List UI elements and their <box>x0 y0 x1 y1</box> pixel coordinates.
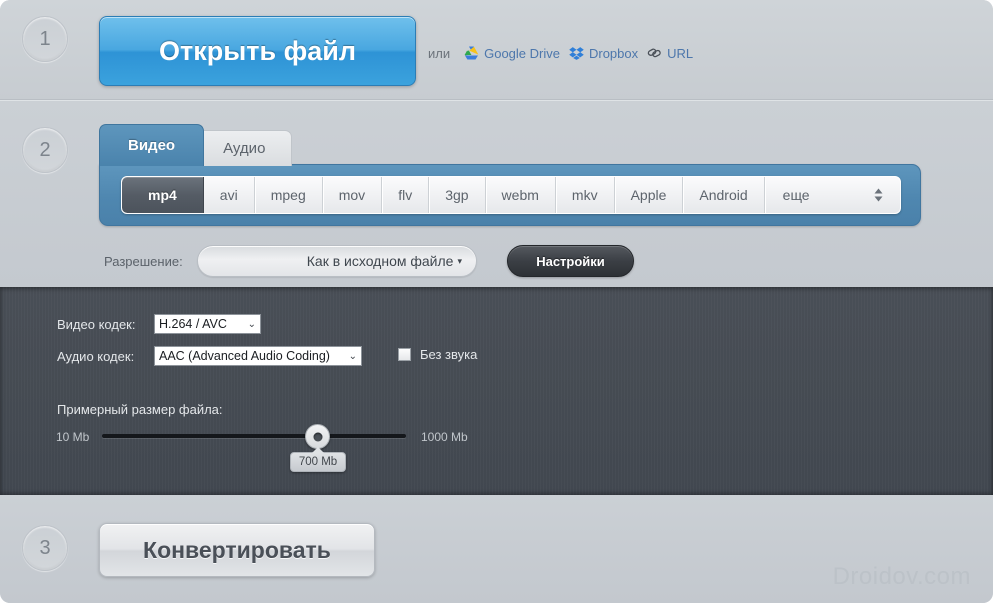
google-drive-label: Google Drive <box>484 45 560 61</box>
format-option-avi[interactable]: avi <box>204 177 255 213</box>
mute-checkbox-row[interactable]: Без звука <box>398 347 477 362</box>
format-option-mp4[interactable]: mp4 <box>122 177 204 213</box>
cloud-source-links: или Google Drive Dropbox URL <box>428 42 693 64</box>
resolution-label: Разрешение: <box>104 254 183 269</box>
video-codec-value: H.264 / AVC <box>159 317 227 331</box>
media-type-tabs: Видео Аудио <box>99 124 293 166</box>
chevron-down-icon: ⌄ <box>247 318 256 330</box>
dropbox-icon <box>569 46 584 60</box>
audio-codec-select[interactable]: AAC (Advanced Audio Coding) ⌄ <box>154 346 362 366</box>
format-bar-container: mp4 avi mpeg mov flv 3gp webm mkv Apple … <box>99 164 921 226</box>
converter-app: 1 Открыть файл или Google Drive Dropbox … <box>0 0 993 603</box>
resolution-value: Как в исходном файле <box>306 253 454 269</box>
step-number-1: 1 <box>22 16 68 62</box>
spinner-updown-icon <box>873 188 884 203</box>
tab-video[interactable]: Видео <box>99 124 205 166</box>
format-option-webm[interactable]: webm <box>486 177 556 213</box>
resolution-dropdown[interactable]: Как в исходном файле ▾ <box>197 245 477 277</box>
format-option-mkv[interactable]: mkv <box>556 177 615 213</box>
format-option-mpeg[interactable]: mpeg <box>255 177 323 213</box>
or-label: или <box>428 45 451 61</box>
video-codec-select[interactable]: H.264 / AVC ⌄ <box>154 314 261 334</box>
filesize-title: Примерный размер файла: <box>57 402 223 417</box>
format-option-apple[interactable]: Apple <box>615 177 684 213</box>
url-link[interactable]: URL <box>647 46 693 61</box>
settings-button[interactable]: Настройки <box>507 245 634 277</box>
dropbox-label: Dropbox <box>588 45 639 61</box>
mute-checkbox[interactable] <box>398 348 411 361</box>
filesize-slider-value: 700 Mb <box>290 452 346 472</box>
format-more-label: еще <box>782 187 810 203</box>
chevron-down-icon: ⌄ <box>348 350 357 362</box>
format-option-mov[interactable]: mov <box>323 177 383 213</box>
dropbox-link[interactable]: Dropbox <box>569 46 638 61</box>
step-number-3: 3 <box>22 525 68 571</box>
format-bar: mp4 avi mpeg mov flv 3gp webm mkv Apple … <box>121 176 901 214</box>
tab-audio[interactable]: Аудио <box>196 130 293 166</box>
google-drive-icon <box>464 46 479 60</box>
filesize-slider-track[interactable] <box>102 434 406 438</box>
url-label: URL <box>667 45 694 61</box>
filesize-slider-handle[interactable] <box>305 424 330 449</box>
mute-label: Без звука <box>420 347 478 362</box>
link-icon <box>647 46 662 60</box>
format-option-android[interactable]: Android <box>683 177 765 213</box>
watermark: Droidov.com <box>832 563 971 590</box>
format-option-3gp[interactable]: 3gp <box>429 177 486 213</box>
audio-codec-value: AAC (Advanced Audio Coding) <box>159 349 330 363</box>
format-option-flv[interactable]: flv <box>382 177 430 213</box>
audio-codec-label: Аудио кодек: <box>57 349 135 364</box>
open-file-button[interactable]: Открыть файл <box>99 16 416 86</box>
google-drive-link[interactable]: Google Drive <box>464 46 560 61</box>
video-codec-label: Видео кодек: <box>57 317 136 332</box>
slider-min-label: 10 Mb <box>56 430 90 444</box>
step-number-2: 2 <box>22 127 68 173</box>
slider-max-label: 1000 Mb <box>421 430 468 444</box>
format-option-more[interactable]: еще <box>765 177 900 213</box>
convert-button[interactable]: Конвертировать <box>99 523 375 577</box>
settings-panel <box>0 287 993 495</box>
chevron-down-icon: ▾ <box>457 255 462 266</box>
